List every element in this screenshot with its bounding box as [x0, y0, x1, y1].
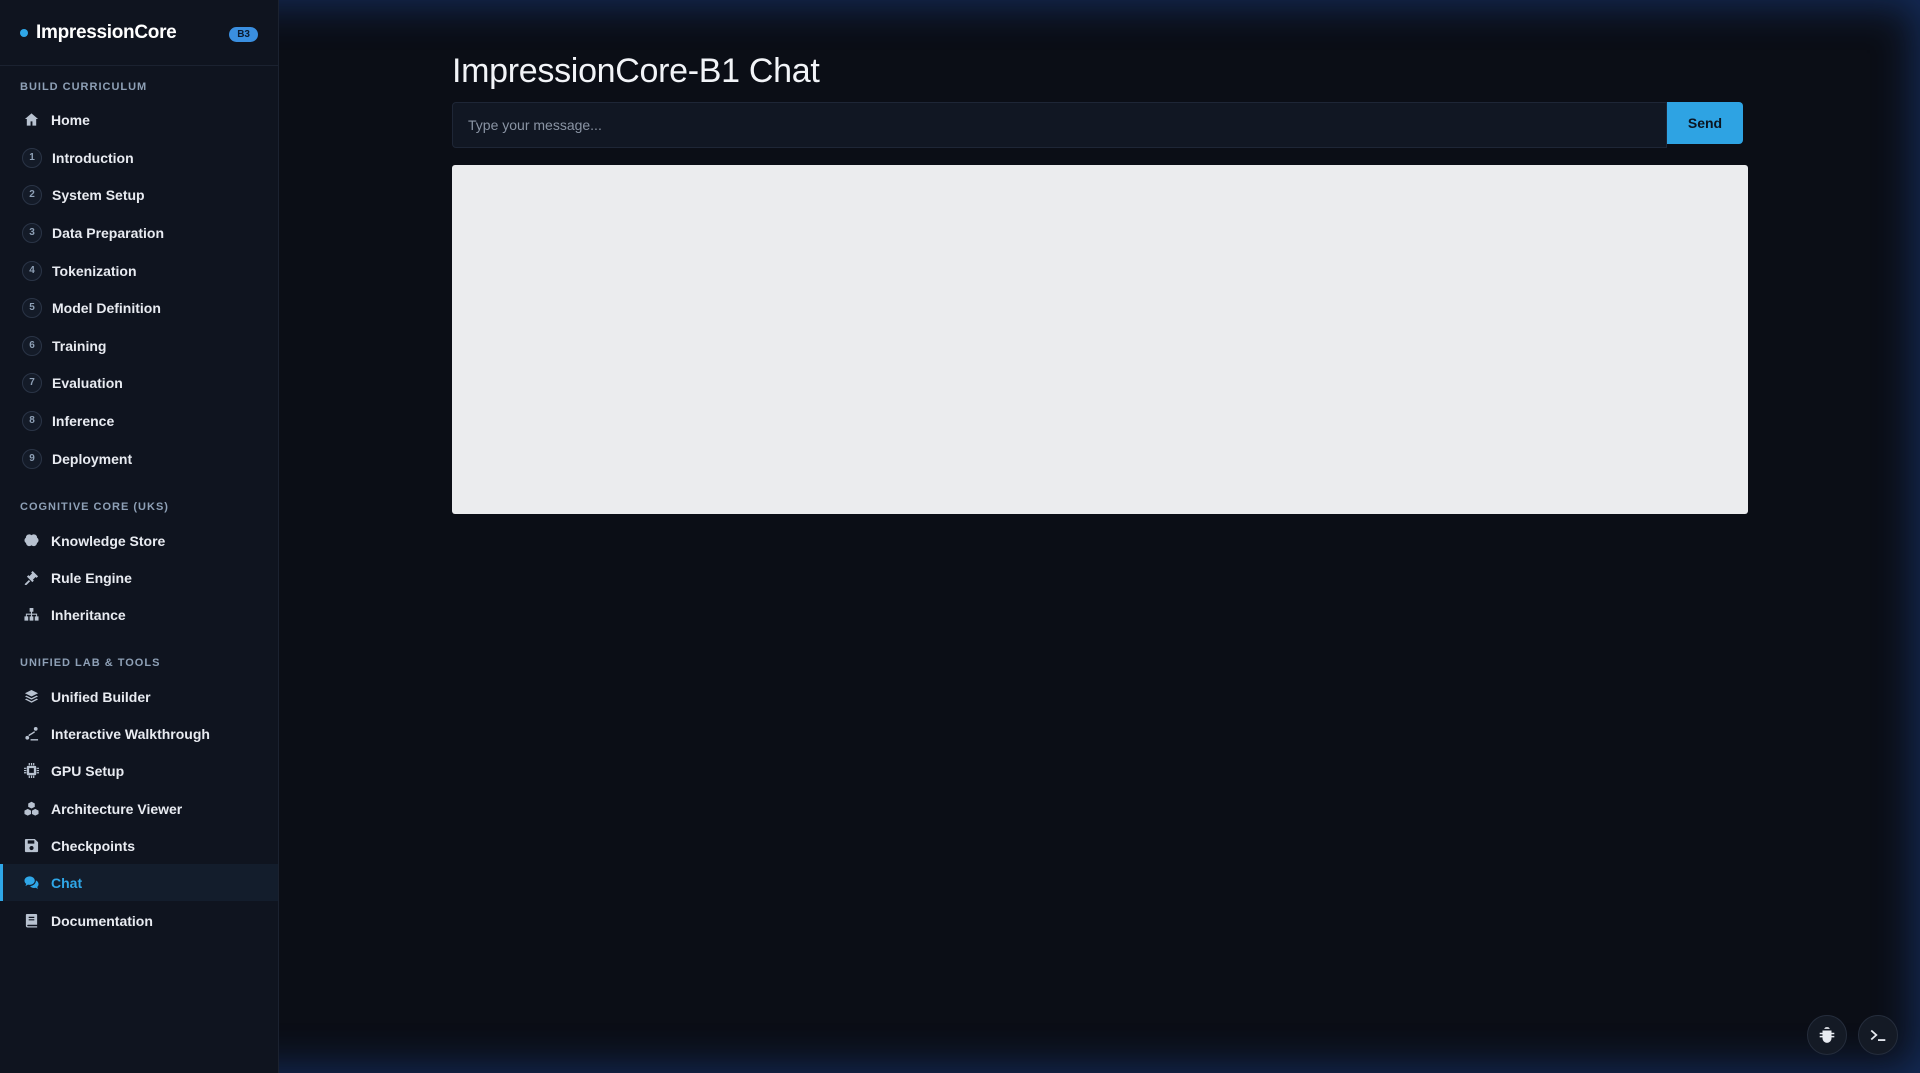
sidebar-item-interactive-walkthrough[interactable]: Interactive Walkthrough	[0, 715, 278, 752]
brand-dot-icon	[20, 28, 28, 37]
chip-icon	[22, 762, 40, 780]
chat-messages-panel	[452, 165, 1748, 514]
sidebar-item-label: Documentation	[51, 912, 153, 929]
message-input[interactable]	[452, 102, 1667, 148]
step-number: 5	[22, 297, 42, 318]
sidebar-item-documentation[interactable]: Documentation	[0, 902, 278, 939]
sidebar-item-rule-engine[interactable]: Rule Engine	[0, 559, 278, 596]
app-window: ImpressionCore B3 Build Curriculum Home …	[0, 0, 1920, 1073]
sidebar-item-label: Training	[52, 337, 107, 354]
sidebar-item-label: Deployment	[52, 450, 133, 467]
step-number: 3	[22, 222, 42, 243]
step-number: 2	[22, 184, 42, 205]
step-number: 9	[22, 448, 42, 469]
sidebar-item-training[interactable]: 6 Training	[0, 327, 278, 364]
sidebar-item-checkpoints[interactable]: Checkpoints	[0, 827, 278, 864]
sidebar-item-data-preparation[interactable]: 3 Data Preparation	[0, 214, 278, 251]
sidebar-item-label: Introduction	[52, 149, 134, 166]
sidebar-item-architecture-viewer[interactable]: Architecture Viewer	[0, 790, 278, 827]
sidebar-item-label: Unified Builder	[51, 688, 151, 705]
sidebar-item-tokenization[interactable]: 4 Tokenization	[0, 252, 278, 289]
sidebar-item-label: Interactive Walkthrough	[51, 725, 210, 742]
section-title-unified-lab: Unified Lab & Tools	[20, 657, 161, 669]
comments-icon	[22, 874, 40, 892]
sidebar-item-knowledge-store[interactable]: Knowledge Store	[0, 522, 278, 559]
home-icon	[22, 111, 40, 129]
sidebar-item-deployment[interactable]: 9 Deployment	[0, 440, 278, 477]
bug-icon	[1818, 1026, 1836, 1044]
sidebar-item-home[interactable]: Home	[0, 101, 278, 138]
sidebar-item-label: Inference	[52, 412, 115, 429]
sidebar-item-label: Tokenization	[52, 262, 137, 279]
terminal-icon	[1869, 1026, 1887, 1044]
sidebar-item-label: Rule Engine	[51, 569, 132, 586]
step-number: 7	[22, 372, 42, 393]
step-number: 1	[22, 147, 42, 168]
sidebar-item-label: Inheritance	[51, 606, 126, 623]
debug-button[interactable]	[1807, 1015, 1847, 1055]
sidebar-item-label: Knowledge Store	[51, 532, 166, 549]
cubes-icon	[22, 800, 40, 818]
sidebar-item-model-definition[interactable]: 5 Model Definition	[0, 289, 278, 326]
sitemap-icon	[22, 606, 40, 624]
version-badge: B3	[229, 27, 258, 42]
layers-icon	[22, 688, 40, 706]
step-number: 8	[22, 410, 42, 431]
section-title-build-curriculum: Build Curriculum	[20, 81, 148, 93]
sidebar-item-label: Data Preparation	[52, 224, 165, 241]
sidebar-item-label: Architecture Viewer	[51, 800, 183, 817]
step-number: 4	[22, 260, 42, 281]
brand-name: ImpressionCore	[36, 21, 177, 43]
sidebar-item-label: GPU Setup	[51, 762, 125, 779]
brain-icon	[22, 532, 40, 550]
sidebar-item-label: Model Definition	[52, 299, 161, 316]
walkthrough-icon	[22, 725, 40, 743]
save-icon	[22, 837, 40, 855]
book-icon	[22, 912, 40, 930]
sidebar-item-label: Chat	[51, 874, 83, 891]
send-button[interactable]: Send	[1667, 102, 1743, 144]
sidebar-item-inference[interactable]: 8 Inference	[0, 402, 278, 439]
section-title-cognitive-core: Cognitive Core (UKS)	[20, 501, 169, 513]
gavel-icon	[22, 569, 40, 587]
sidebar-item-gpu-setup[interactable]: GPU Setup	[0, 752, 278, 789]
sidebar-item-chat[interactable]: Chat	[0, 864, 278, 901]
sidebar: ImpressionCore B3 Build Curriculum Home …	[0, 0, 279, 1073]
terminal-button[interactable]	[1858, 1015, 1898, 1055]
step-number: 6	[22, 335, 42, 356]
page-title: ImpressionCore-B1 Chat	[452, 52, 820, 90]
sidebar-item-system-setup[interactable]: 2 System Setup	[0, 176, 278, 213]
sidebar-item-label: System Setup	[52, 186, 145, 203]
sidebar-item-label: Checkpoints	[51, 837, 136, 854]
sidebar-item-evaluation[interactable]: 7 Evaluation	[0, 364, 278, 401]
brand: ImpressionCore B3	[0, 0, 278, 66]
sidebar-item-introduction[interactable]: 1 Introduction	[0, 139, 278, 176]
sidebar-item-unified-builder[interactable]: Unified Builder	[0, 678, 278, 715]
sidebar-item-label: Home	[51, 111, 90, 128]
sidebar-item-label: Evaluation	[52, 374, 123, 391]
sidebar-item-inheritance[interactable]: Inheritance	[0, 596, 278, 633]
